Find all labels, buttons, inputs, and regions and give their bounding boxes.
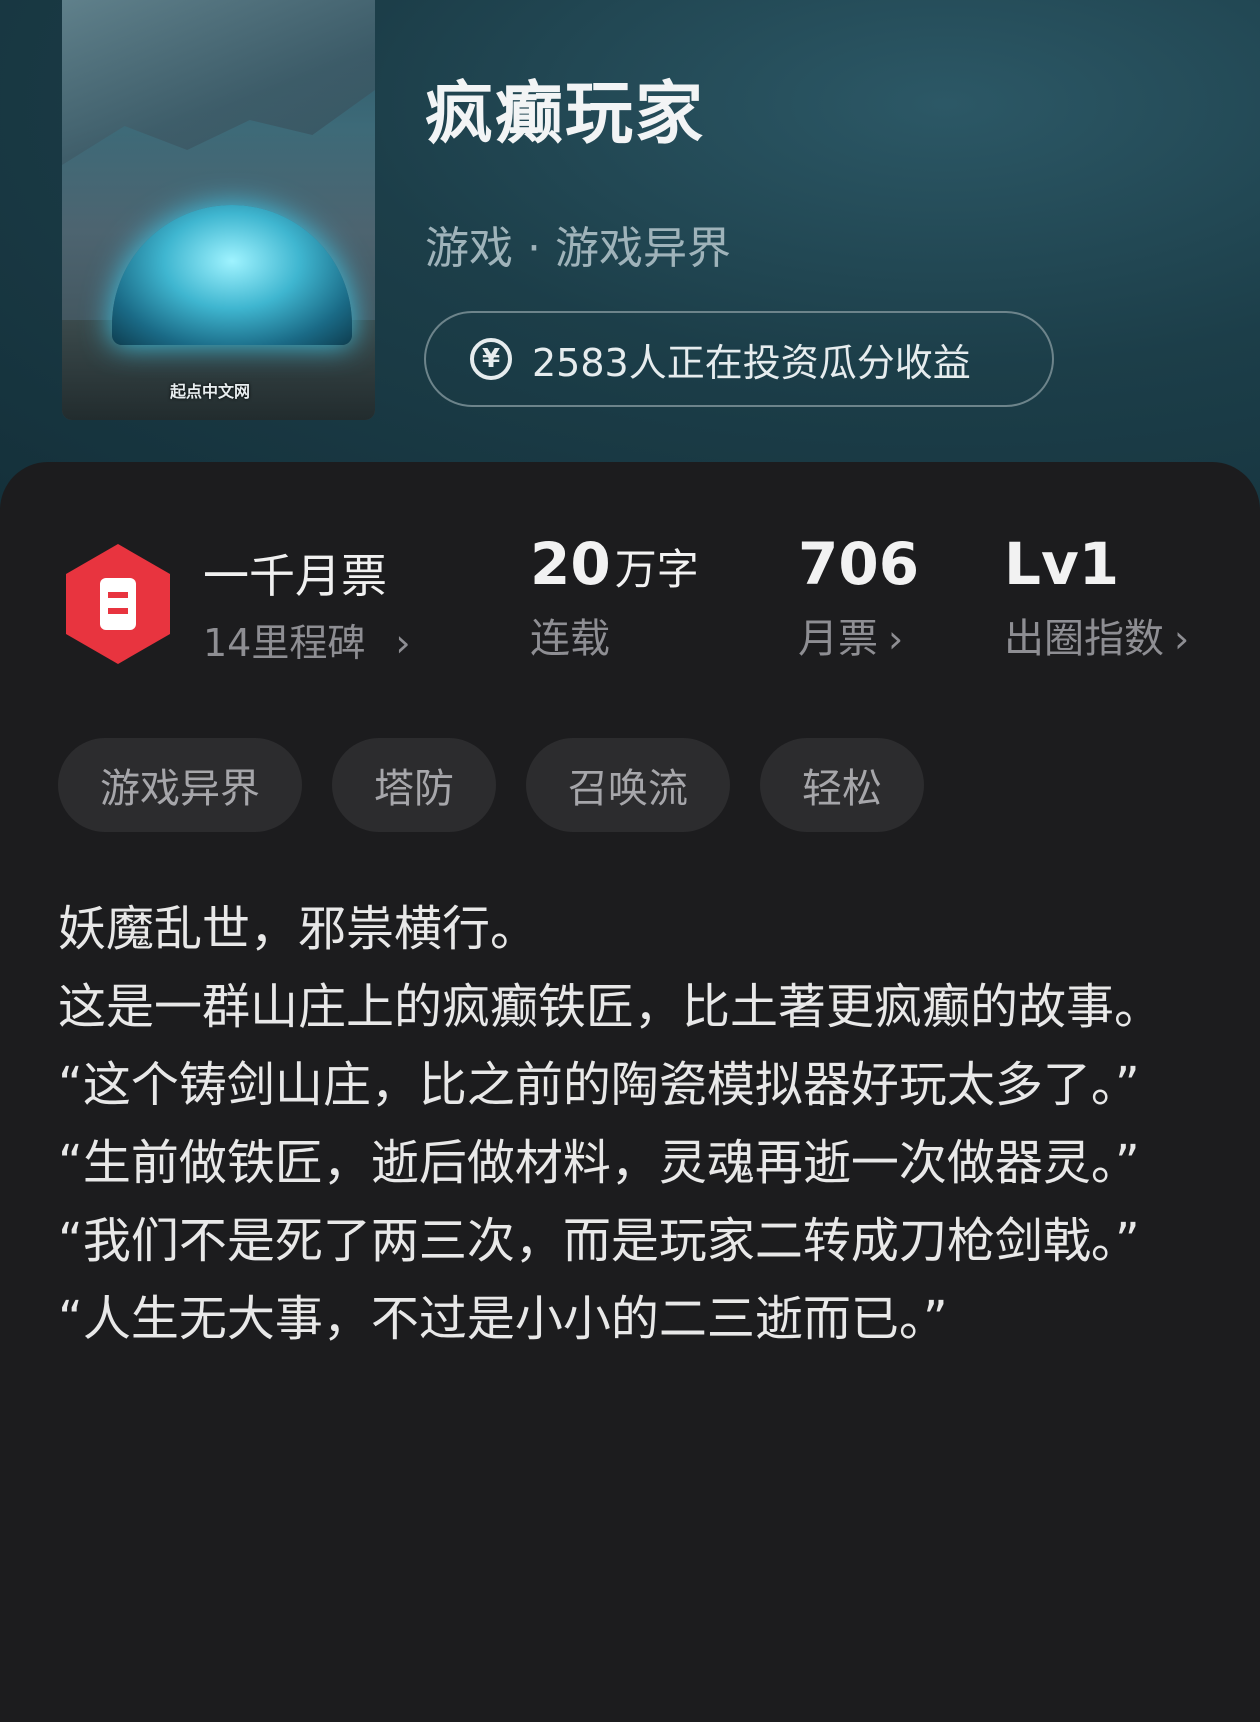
monthly-votes-label: 月票 (798, 616, 878, 662)
tag-chip[interactable]: 轻松 (760, 738, 924, 832)
tag-chip[interactable]: 塔防 (332, 738, 496, 832)
cover-watermark: 起点中文网 (170, 382, 251, 401)
word-count-value: 20 (530, 530, 611, 598)
milestone-title[interactable]: 一千月票 (203, 540, 387, 606)
invest-button[interactable]: ¥ 2583人正在投资瓜分收益 (424, 311, 1054, 407)
word-count-label: 连载 (530, 616, 610, 662)
description-line: “生前做铁匠，逝后做材料，灵魂再逝一次做器灵。” (58, 1135, 1140, 1191)
tag-chip[interactable]: 游戏异界 (58, 738, 302, 832)
book-title: 疯癫玩家 (425, 75, 706, 154)
chevron-right-icon: › (395, 621, 411, 665)
tag-chip[interactable]: 召唤流 (526, 738, 730, 832)
popularity-index-stat[interactable]: Lv1 出圈指数 › (1004, 530, 1189, 664)
monthly-votes-value: 706 (798, 530, 920, 598)
yen-circle-icon: ¥ (470, 338, 512, 380)
description-line: “人生无大事，不过是小小的二三逝而已。” (58, 1291, 948, 1347)
description-line: 这是一群山庄上的疯癫铁匠，比土著更疯癫的故事。 (58, 979, 1163, 1035)
word-count-stat: 20万字 连载 (530, 530, 699, 664)
description-line: “这个铸剑山庄，比之前的陶瓷模拟器好玩太多了。” (58, 1057, 1140, 1113)
description-line: 妖魔乱世，邪祟横行。 (58, 901, 539, 957)
popularity-index-value: Lv1 (1004, 530, 1120, 598)
chevron-right-icon: › (888, 617, 904, 661)
monthly-votes-stat[interactable]: 706 月票 › (798, 530, 919, 664)
book-genre: 游戏 · 游戏异界 (425, 223, 731, 274)
cover-dome-art (112, 205, 352, 345)
milestone-link[interactable]: 14里程碑 › (203, 612, 411, 667)
milestone-sub: 14里程碑 (203, 621, 366, 665)
description-line: “我们不是死了两三次，而是玩家二转成刀枪剑戟。” (58, 1213, 1140, 1269)
book-header: 起点中文网 疯癫玩家 游戏 · 游戏异界 ¥ 2583人正在投资瓜分收益 (0, 0, 1260, 520)
invest-label: 2583人正在投资瓜分收益 (532, 340, 971, 385)
book-cover[interactable]: 起点中文网 (62, 0, 375, 420)
chevron-right-icon: › (1174, 617, 1190, 661)
tag-list: 游戏异界 塔防 召唤流 轻松 (58, 738, 924, 832)
popularity-index-label: 出圈指数 (1004, 616, 1164, 662)
ticket-hexagon-icon[interactable] (62, 542, 174, 666)
word-count-unit: 万字 (614, 545, 699, 594)
book-description[interactable]: 妖魔乱世，邪祟横行。 这是一群山庄上的疯癫铁匠，比土著更疯癫的故事。 “这个铸剑… (58, 890, 1178, 1358)
